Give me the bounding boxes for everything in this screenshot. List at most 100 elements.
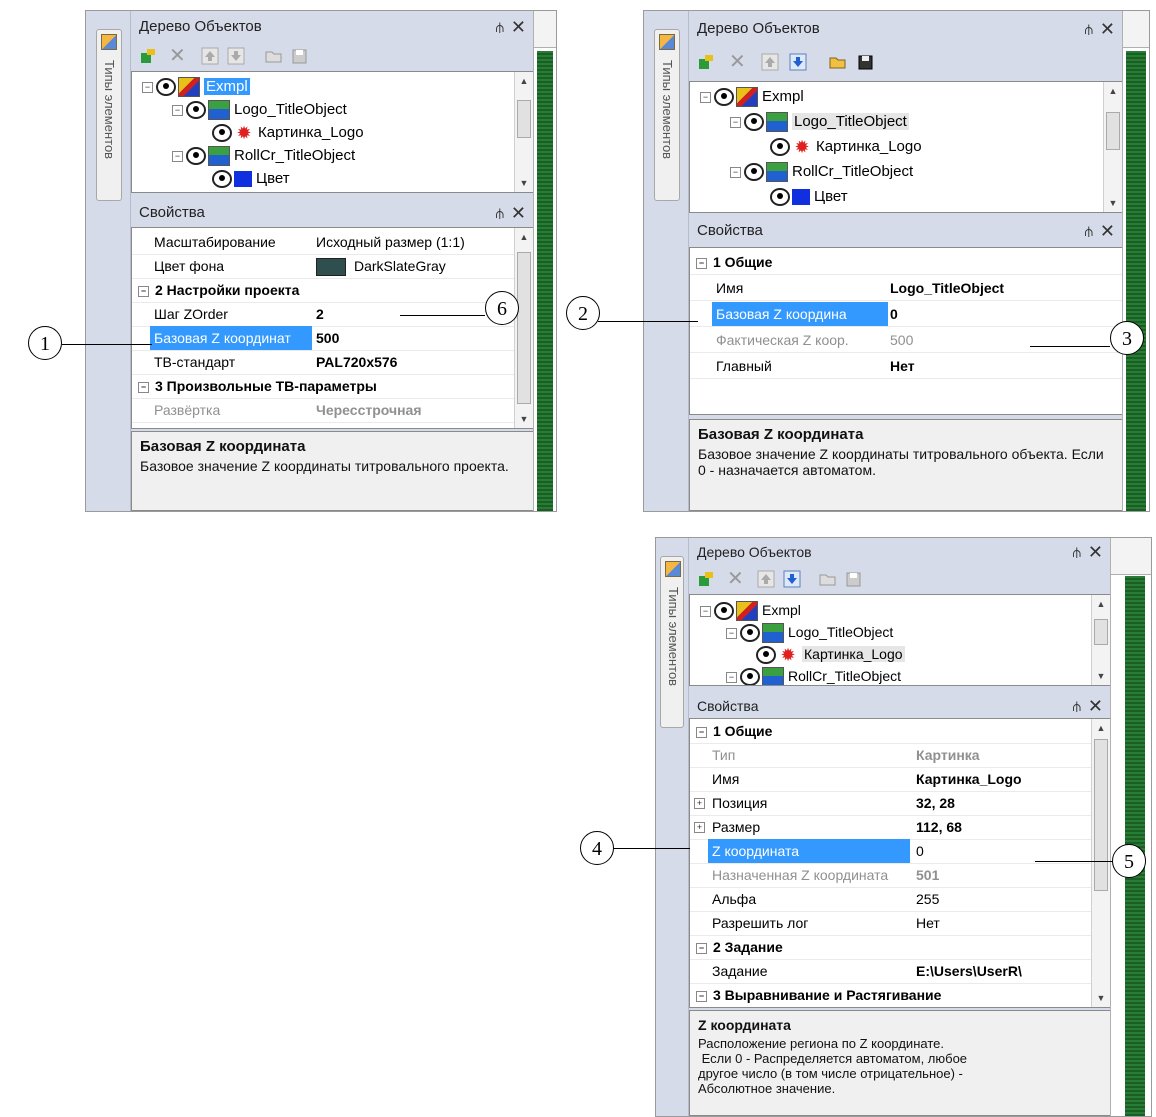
pin-icon[interactable]: ⫛: [1073, 694, 1081, 718]
visibility-eye-icon[interactable]: [212, 124, 232, 143]
tree-scrollbar[interactable]: ▲ ▼: [1091, 595, 1110, 685]
scroll-down-icon[interactable]: ▼: [1104, 194, 1122, 212]
delete-icon[interactable]: ✕: [169, 46, 187, 66]
visibility-eye-icon[interactable]: [212, 170, 232, 189]
collapse-icon[interactable]: −: [138, 381, 149, 393]
property-row-selected[interactable]: Базовая Z координат 500: [132, 326, 515, 351]
property-row-expandable[interactable]: + Позиция 32, 28: [690, 791, 1092, 816]
tree-item-rollcr-titleobject[interactable]: − RollCr_TitleObject: [726, 665, 901, 685]
tree-item-kartinka-logo[interactable]: ✹ Картинка_Logo: [756, 643, 905, 665]
property-category[interactable]: −2 Настройки проекта: [132, 278, 515, 303]
close-icon[interactable]: ✕: [1088, 694, 1103, 718]
property-category[interactable]: −3 Выравнивание и Растягивание: [690, 983, 1092, 1007]
pin-icon[interactable]: ⫛: [1085, 219, 1093, 243]
visibility-eye-icon[interactable]: [770, 138, 790, 157]
property-row[interactable]: Альфа 255: [690, 887, 1092, 912]
move-up-icon[interactable]: [757, 570, 775, 588]
move-down-icon[interactable]: [789, 53, 807, 71]
open-folder-icon[interactable]: [265, 47, 283, 65]
visibility-eye-icon[interactable]: [756, 646, 776, 665]
tree-item-kartinka-logo[interactable]: ✹ Картинка_Logo: [770, 136, 922, 158]
property-row[interactable]: ТВ-стандарт PAL720x576: [132, 350, 515, 375]
save-icon[interactable]: [845, 570, 863, 588]
close-icon[interactable]: ✕: [1100, 219, 1115, 243]
tree-item-color[interactable]: Цвет: [212, 168, 290, 190]
element-types-tab[interactable]: Типы элементов: [660, 556, 684, 728]
scroll-thumb[interactable]: [1094, 739, 1108, 891]
scroll-thumb[interactable]: [1094, 619, 1108, 645]
save-icon[interactable]: [291, 47, 309, 65]
property-row[interactable]: Назначенная Z координата 501: [690, 863, 1092, 888]
visibility-eye-icon[interactable]: [186, 101, 206, 120]
element-types-tab[interactable]: Типы элементов: [654, 29, 680, 201]
tree-item-color[interactable]: Цвет: [770, 186, 848, 208]
tree-item-exmpl[interactable]: − Exmpl: [700, 599, 801, 622]
collapse-icon[interactable]: −: [696, 942, 707, 954]
property-row[interactable]: Главный Нет: [690, 354, 1122, 379]
expand-icon[interactable]: +: [694, 822, 705, 833]
scroll-thumb[interactable]: [1106, 112, 1120, 150]
properties-scrollbar[interactable]: ▲ ▼: [1091, 719, 1110, 1007]
visibility-eye-icon[interactable]: [714, 602, 734, 621]
collapse-icon[interactable]: −: [138, 285, 149, 297]
open-folder-icon[interactable]: [829, 53, 847, 71]
element-types-tab[interactable]: Типы элементов: [96, 29, 122, 201]
collapse-icon[interactable]: −: [696, 257, 707, 269]
scroll-up-icon[interactable]: ▲: [1104, 82, 1122, 100]
pin-icon[interactable]: ⫛: [496, 201, 504, 225]
save-icon[interactable]: [857, 53, 875, 71]
scroll-thumb[interactable]: [517, 252, 531, 404]
expand-icon[interactable]: +: [694, 798, 705, 809]
property-row[interactable]: Фактическая Z коор. 500: [690, 328, 1122, 353]
close-icon[interactable]: ✕: [1088, 540, 1103, 564]
add-object-icon[interactable]: [697, 570, 715, 588]
open-folder-icon[interactable]: [819, 570, 837, 588]
close-icon[interactable]: ✕: [511, 15, 526, 39]
move-down-icon[interactable]: [783, 570, 801, 588]
collapse-icon[interactable]: −: [696, 726, 707, 738]
pin-icon[interactable]: ⫛: [1085, 17, 1093, 41]
visibility-eye-icon[interactable]: [186, 147, 206, 166]
tree-item-kartinka-logo[interactable]: ✹ Картинка_Logo: [212, 122, 364, 144]
property-row[interactable]: Разрешить лог Нет: [690, 911, 1092, 936]
close-icon[interactable]: ✕: [1100, 17, 1115, 41]
move-down-icon[interactable]: [227, 47, 245, 65]
property-row[interactable]: Задание E:\Users\UserR\: [690, 959, 1092, 984]
property-category[interactable]: −1 Общие: [690, 250, 1122, 275]
tree-item-exmpl[interactable]: − Exmpl: [142, 76, 250, 98]
delete-icon[interactable]: ✕: [727, 569, 745, 589]
property-row[interactable]: Имя Картинка_Logo: [690, 767, 1092, 792]
property-row[interactable]: Имя Logo_TitleObject: [690, 276, 1122, 301]
visibility-eye-icon[interactable]: [740, 668, 760, 685]
property-category[interactable]: −2 Задание: [690, 935, 1092, 960]
move-up-icon[interactable]: [761, 53, 779, 71]
property-row-selected[interactable]: Z координата 0: [690, 839, 1092, 864]
scroll-down-icon[interactable]: ▼: [1092, 989, 1110, 1007]
scroll-thumb[interactable]: [517, 100, 531, 138]
property-category[interactable]: −1 Общие: [690, 719, 1092, 744]
visibility-eye-icon[interactable]: [714, 88, 734, 107]
tree-item-exmpl[interactable]: − Exmpl: [700, 86, 804, 108]
property-row-expandable[interactable]: + Размер 112, 68: [690, 815, 1092, 840]
visibility-eye-icon[interactable]: [740, 624, 760, 643]
tree-item-logo-titleobject[interactable]: − Logo_TitleObject: [172, 99, 347, 121]
close-icon[interactable]: ✕: [511, 201, 526, 225]
scroll-down-icon[interactable]: ▼: [1092, 667, 1110, 685]
visibility-eye-icon[interactable]: [770, 188, 790, 207]
scroll-up-icon[interactable]: ▲: [1092, 595, 1110, 613]
collapse-icon[interactable]: −: [696, 990, 707, 1002]
move-up-icon[interactable]: [201, 47, 219, 65]
visibility-eye-icon[interactable]: [744, 163, 764, 182]
scroll-down-icon[interactable]: ▼: [515, 174, 533, 192]
property-category[interactable]: −3 Произвольные ТВ-параметры: [132, 374, 515, 399]
visibility-eye-icon[interactable]: [156, 78, 176, 97]
add-object-icon[interactable]: [139, 47, 157, 65]
tree-scrollbar[interactable]: ▲ ▼: [1103, 82, 1122, 212]
delete-icon[interactable]: ✕: [729, 52, 747, 72]
scroll-up-icon[interactable]: ▲: [515, 72, 533, 90]
tree-item-logo-titleobject[interactable]: − Logo_TitleObject: [726, 621, 893, 644]
scroll-up-icon[interactable]: ▲: [515, 228, 533, 246]
property-row[interactable]: Развёртка Чересстрочная: [132, 398, 515, 423]
property-row[interactable]: Тип Картинка: [690, 743, 1092, 768]
property-row[interactable]: Цвет фона DarkSlateGray: [132, 254, 515, 279]
